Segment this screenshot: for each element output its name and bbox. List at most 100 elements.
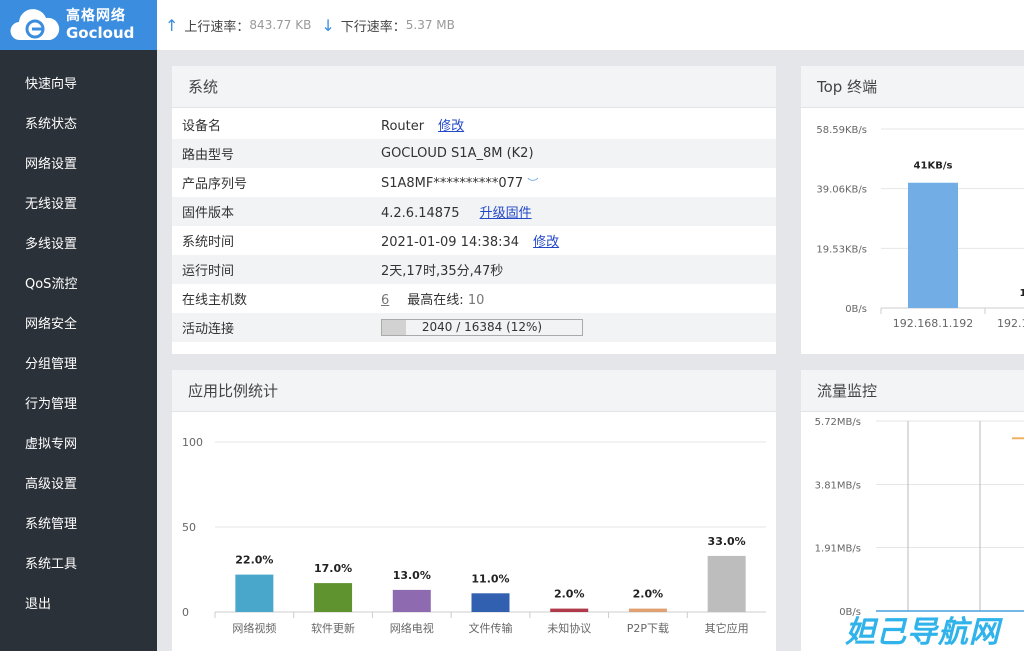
- serial: S1A8MF**********077: [381, 175, 524, 191]
- label: 在线主机数: [182, 293, 248, 308]
- download-label: 下行速率：: [340, 19, 406, 35]
- app-stats-panel: 应用比例统计 0 50 100 22.0% 网络视频 17.0% 软件更新 13.0% 网络电视…: [172, 370, 776, 651]
- sidebar-item[interactable]: 系统管理: [0, 510, 157, 550]
- system-time: 2021-01-09 14:38:34: [381, 235, 520, 250]
- max-online-label: 最高在线:: [407, 293, 464, 308]
- row-time: 系统时间 2021-01-09 14:38:34 修改: [172, 226, 776, 255]
- app-ratio-chart: 0 50 100 22.0% 网络视频 17.0% 软件更新 13.0% 网络电视 11.0% 文件…: [182, 436, 766, 635]
- max-online: 10: [467, 293, 485, 308]
- label: 路由型号: [182, 148, 235, 163]
- x-tick-label: 网络电视: [390, 621, 434, 635]
- edit-time-link[interactable]: 修改: [533, 235, 559, 250]
- app-stats-title: 应用比例统计: [172, 370, 776, 412]
- x-tick-label: P2P下载: [627, 622, 669, 635]
- bar: [707, 555, 746, 612]
- edit-device-name-link[interactable]: 修改: [438, 119, 464, 134]
- bar: [550, 608, 589, 612]
- traffic-monitor-title: 流量监控: [801, 370, 1024, 412]
- x-tick-label: 未知协议: [547, 621, 591, 635]
- sidebar-item[interactable]: 多线设置: [0, 230, 157, 270]
- sidebar-item[interactable]: 快速向导: [0, 70, 157, 110]
- data-label: 13.0%: [393, 569, 431, 582]
- data-label: 2.0%: [633, 588, 664, 601]
- sidebar-item[interactable]: 退出: [0, 590, 157, 630]
- firmware: 4.2.6.14875: [381, 206, 460, 221]
- top-terminals-panel: Top 终端 0B/s 19.53KB/s 39.06KB/s 58.59KB/s 19…: [801, 66, 1024, 354]
- sidebar-item[interactable]: 网络设置: [0, 150, 157, 190]
- sidebar-item[interactable]: 行为管理: [0, 390, 157, 430]
- label: 设备名: [182, 119, 222, 134]
- x-tick-label: 192.168.1.192: [893, 317, 973, 330]
- logo-en: Gocloud: [66, 24, 135, 42]
- top-terminals-chart: 0B/s 19.53KB/s 39.06KB/s 58.59KB/s 192.168.1…: [816, 125, 1024, 330]
- upload-label: 上行速率：: [184, 19, 250, 35]
- bar: [392, 589, 431, 612]
- sidebar-item[interactable]: 分组管理: [0, 350, 157, 390]
- upload-arrow-icon: ↑: [165, 15, 179, 35]
- bar: [628, 608, 667, 612]
- y-tick-label: 19.53KB/s: [816, 244, 867, 255]
- data-label: 1: [1020, 288, 1024, 299]
- y-tick-label: 5.72MB/s: [815, 417, 861, 428]
- bar: [908, 182, 958, 308]
- label: 产品序列号: [182, 177, 248, 192]
- device-name: Router: [381, 119, 425, 134]
- y-tick-label: 0: [182, 606, 189, 619]
- system-title: 系统: [172, 66, 776, 108]
- y-tick-label: 58.59KB/s: [816, 125, 867, 136]
- data-label: 22.0%: [235, 554, 273, 567]
- label: 固件版本: [182, 206, 235, 221]
- download-arrow-icon: ↓: [321, 15, 335, 35]
- row-device-name: 设备名 Router 修改: [172, 110, 776, 139]
- row-serial: 产品序列号 S1A8MF**********077 ︶: [172, 168, 776, 197]
- sidebar-item[interactable]: QoS流控: [0, 270, 157, 310]
- sidebar-item[interactable]: 高级设置: [0, 470, 157, 510]
- cloud-logo-icon: [10, 9, 60, 41]
- x-tick-label: 192.1: [997, 317, 1024, 330]
- upgrade-firmware-link[interactable]: 升级固件: [480, 206, 532, 221]
- label: 运行时间: [182, 264, 235, 279]
- logo-cn: 高格网络: [66, 8, 126, 24]
- data-label: 11.0%: [471, 572, 509, 585]
- row-firmware: 固件版本 4.2.6.14875 升级固件: [172, 197, 776, 226]
- sidebar-item[interactable]: 网络安全: [0, 310, 157, 350]
- y-tick-label: 3.81MB/s: [815, 480, 861, 491]
- x-tick-label: 网络视频: [232, 621, 276, 635]
- connections-text: 2040 / 16384 (12%): [421, 320, 543, 334]
- bar: [235, 574, 274, 612]
- sidebar: 快速向导 系统状态 网络设置 无线设置 多线设置 QoS流控 网络安全 分组管理 行为管理 虚拟专…: [0, 50, 157, 651]
- x-tick-label: 其它应用: [705, 621, 749, 635]
- sidebar-item[interactable]: 虚拟专网: [0, 430, 157, 470]
- row-hosts: 在线主机数 6 最高在线: 10: [172, 284, 776, 313]
- y-tick-label: 39.06KB/s: [816, 185, 867, 196]
- logo: 高格网络 Gocloud: [0, 0, 157, 50]
- y-tick-label: 100: [182, 436, 203, 449]
- topbar: ↑ 上行速率： 843.77 KB ↓ 下行速率： 5.37 MB: [157, 0, 1024, 50]
- data-label: 33.0%: [708, 535, 746, 548]
- bar: [471, 593, 510, 612]
- y-tick-label: 1.91MB/s: [815, 544, 861, 555]
- x-tick-label: 文件传输: [469, 621, 513, 635]
- x-tick-label: 软件更新: [311, 621, 355, 635]
- row-connections: 活动连接 2040 / 16384 (12%): [172, 313, 776, 342]
- row-uptime: 运行时间 2天,17时,35分,47秒: [172, 255, 776, 284]
- label: 系统时间: [182, 235, 235, 250]
- connections-progress: 2040 / 16384 (12%): [381, 319, 583, 336]
- sidebar-item[interactable]: 无线设置: [0, 190, 157, 230]
- sidebar-item[interactable]: 系统状态: [0, 110, 157, 150]
- data-label: 2.0%: [554, 588, 585, 601]
- bar: [314, 583, 353, 612]
- sidebar-item[interactable]: 系统工具: [0, 550, 157, 590]
- data-label: 17.0%: [314, 562, 352, 575]
- upload-value: 843.77 KB: [249, 18, 312, 32]
- eye-closed-icon[interactable]: ︶: [527, 177, 538, 190]
- download-value: 5.37 MB: [405, 18, 455, 32]
- system-panel: 系统 设备名 Router 修改 路由型号 GOCLOUD S1A_8M (K2) 产…: [172, 66, 776, 354]
- label: 活动连接: [182, 322, 235, 337]
- y-tick-label: 50: [182, 521, 196, 534]
- data-label: 41KB/s: [914, 161, 953, 172]
- uptime: 2天,17时,35分,47秒: [381, 264, 504, 279]
- y-tick-label: 0B/s: [845, 304, 867, 315]
- online-hosts-link[interactable]: 6: [381, 293, 389, 308]
- top-terminals-title: Top 终端: [801, 66, 1024, 108]
